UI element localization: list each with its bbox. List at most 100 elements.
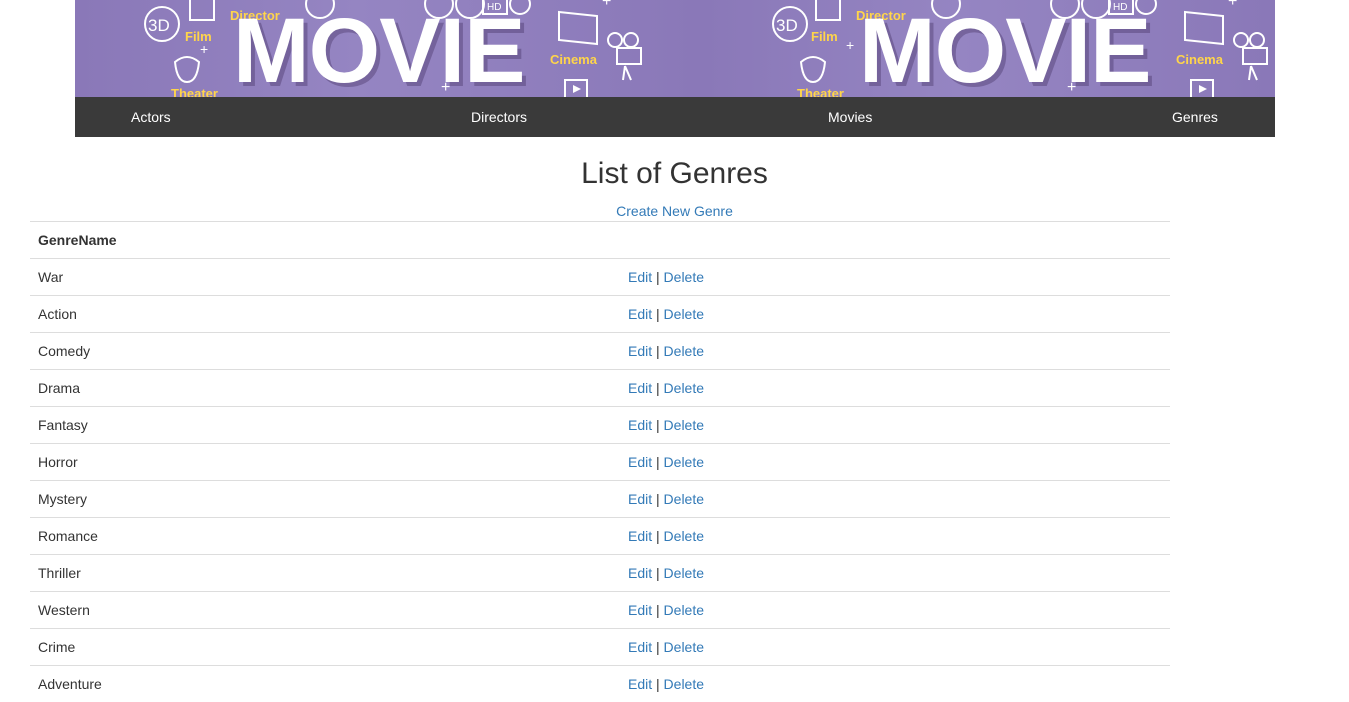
banner-label-theater: Theater [171,86,218,97]
svg-text:3D: 3D [148,16,170,35]
edit-link[interactable]: Edit [628,306,652,322]
link-separator: | [656,639,660,655]
genre-name-cell: Crime [30,629,620,666]
genre-name-cell: Fantasy [30,407,620,444]
banner-label-film: Film [811,29,838,44]
edit-link[interactable]: Edit [628,343,652,359]
delete-link[interactable]: Delete [664,491,704,507]
genre-name-cell: Adventure [30,666,620,702]
genre-name-cell: Drama [30,370,620,407]
banner-label-film: Film [185,29,212,44]
table-row: MysteryEdit | Delete [30,481,1170,518]
delete-link[interactable]: Delete [664,565,704,581]
svg-text:+: + [846,37,854,53]
svg-text:+: + [1228,0,1237,10]
delete-link[interactable]: Delete [664,454,704,470]
table-row: WesternEdit | Delete [30,592,1170,629]
genre-name-cell: Action [30,296,620,333]
genre-name-cell: Thriller [30,555,620,592]
edit-link[interactable]: Edit [628,565,652,581]
genre-name-cell: War [30,259,620,296]
link-separator: | [656,528,660,544]
actions-cell: Edit | Delete [620,629,1170,666]
column-header-actions [620,222,1170,259]
actions-cell: Edit | Delete [620,259,1170,296]
genre-name-cell: Comedy [30,333,620,370]
actions-cell: Edit | Delete [620,444,1170,481]
delete-link[interactable]: Delete [664,639,704,655]
table-row: DramaEdit | Delete [30,370,1170,407]
edit-link[interactable]: Edit [628,380,652,396]
delete-link[interactable]: Delete [664,269,704,285]
actions-cell: Edit | Delete [620,481,1170,518]
delete-link[interactable]: Delete [664,676,704,692]
actions-cell: Edit | Delete [620,370,1170,407]
banner-label-theater: Theater [797,86,844,97]
banner-label-cinema: Cinema [550,52,597,67]
genre-name-cell: Mystery [30,481,620,518]
delete-link[interactable]: Delete [664,343,704,359]
banner-image-right: 3D + + + Director Film Th [701,0,1275,97]
page-title: List of Genres [0,157,1349,191]
link-separator: | [656,417,660,433]
actions-cell: Edit | Delete [620,592,1170,629]
edit-link[interactable]: Edit [628,528,652,544]
link-separator: | [656,491,660,507]
genre-name-cell: Romance [30,518,620,555]
link-separator: | [656,454,660,470]
table-row: CrimeEdit | Delete [30,629,1170,666]
genre-name-cell: Western [30,592,620,629]
table-row: FantasyEdit | Delete [30,407,1170,444]
edit-link[interactable]: Edit [628,676,652,692]
table-row: ActionEdit | Delete [30,296,1170,333]
actions-cell: Edit | Delete [620,333,1170,370]
table-row: RomanceEdit | Delete [30,518,1170,555]
actions-cell: Edit | Delete [620,407,1170,444]
table-row: AdventureEdit | Delete [30,666,1170,702]
actions-cell: Edit | Delete [620,296,1170,333]
actions-cell: Edit | Delete [620,555,1170,592]
edit-link[interactable]: Edit [628,269,652,285]
table-row: HorrorEdit | Delete [30,444,1170,481]
delete-link[interactable]: Delete [664,417,704,433]
edit-link[interactable]: Edit [628,454,652,470]
table-row: ComedyEdit | Delete [30,333,1170,370]
table-row: ThrillerEdit | Delete [30,555,1170,592]
create-new-genre-link[interactable]: Create New Genre [616,203,733,219]
delete-link[interactable]: Delete [664,528,704,544]
column-header-genrename: GenreName [30,222,620,259]
delete-link[interactable]: Delete [664,306,704,322]
banner-label-cinema: Cinema [1176,52,1223,67]
nav-link-directors[interactable]: Directors [471,109,527,125]
nav-link-genres[interactable]: Genres [1172,109,1218,125]
genre-name-cell: Horror [30,444,620,481]
header-banner: 3D + + + Director Film Th [75,0,1275,97]
delete-link[interactable]: Delete [664,602,704,618]
actions-cell: Edit | Delete [620,518,1170,555]
main-nav: Actors Directors Movies Genres [75,97,1275,137]
link-separator: | [656,380,660,396]
create-link-row: Create New Genre [0,201,1349,221]
genres-table: GenreName WarEdit | DeleteActionEdit | D… [30,221,1170,702]
banner-movie-text: MOVIE [233,5,524,97]
link-separator: | [656,565,660,581]
edit-link[interactable]: Edit [628,417,652,433]
link-separator: | [656,602,660,618]
edit-link[interactable]: Edit [628,491,652,507]
link-separator: | [656,306,660,322]
link-separator: | [656,343,660,359]
nav-link-actors[interactable]: Actors [131,109,171,125]
banner-movie-text: MOVIE [859,5,1150,97]
table-row: WarEdit | Delete [30,259,1170,296]
svg-text:+: + [602,0,611,10]
banner-image-left: 3D + + + Director Film Th [75,0,701,97]
delete-link[interactable]: Delete [664,380,704,396]
link-separator: | [656,676,660,692]
edit-link[interactable]: Edit [628,602,652,618]
svg-text:3D: 3D [776,16,798,35]
nav-link-movies[interactable]: Movies [828,109,872,125]
table-header-row: GenreName [30,222,1170,259]
actions-cell: Edit | Delete [620,666,1170,702]
link-separator: | [656,269,660,285]
edit-link[interactable]: Edit [628,639,652,655]
